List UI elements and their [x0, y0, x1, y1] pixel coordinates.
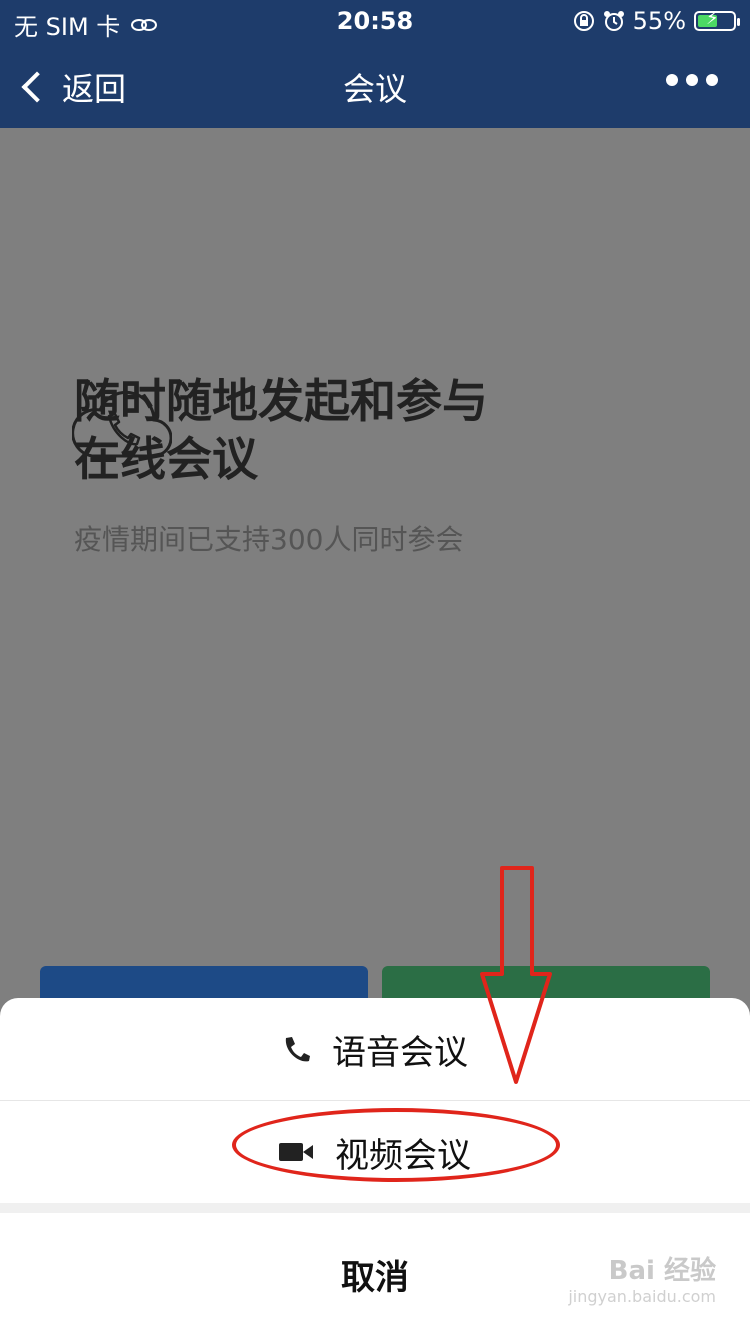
battery-percent: 55%	[632, 7, 686, 35]
rotation-lock-icon	[573, 11, 594, 31]
more-dot	[686, 74, 698, 86]
page-title: 会议	[342, 70, 407, 108]
more-dot	[706, 74, 718, 86]
annotation-arrow	[480, 866, 552, 1084]
hero-headline: 随时随地发起和参与 在线会议	[74, 372, 488, 488]
hero-headline-line2: 在线会议	[74, 432, 258, 486]
hero-headline-line1: 随时随地发起和参与	[74, 374, 488, 428]
voice-meeting-label: 语音会议	[332, 1032, 468, 1073]
charging-icon: ⚡	[706, 8, 719, 29]
nav-bar: 返回 会议	[0, 42, 750, 128]
annotation-ellipse	[232, 1108, 560, 1182]
voice-meeting-option[interactable]: 语音会议	[0, 998, 750, 1100]
hero-subtitle: 疫情期间已支持300人同时参会	[74, 523, 464, 556]
phone-icon	[285, 1037, 310, 1062]
battery-icon: ⚡	[694, 8, 740, 31]
watermark-url: jingyan.baidu.com	[568, 1287, 716, 1306]
status-bar: 无 SIM 卡 20:58 55% ⚡	[0, 0, 750, 42]
watermark-brand: Bai 经验	[608, 1256, 716, 1286]
alarm-icon	[603, 11, 624, 31]
more-dot	[666, 74, 678, 86]
sheet-separator	[0, 1203, 750, 1213]
more-icon[interactable]	[666, 74, 718, 86]
watermark: Bai 经验 jingyan.baidu.com	[568, 1250, 716, 1306]
status-right: 55% ⚡	[573, 7, 740, 35]
